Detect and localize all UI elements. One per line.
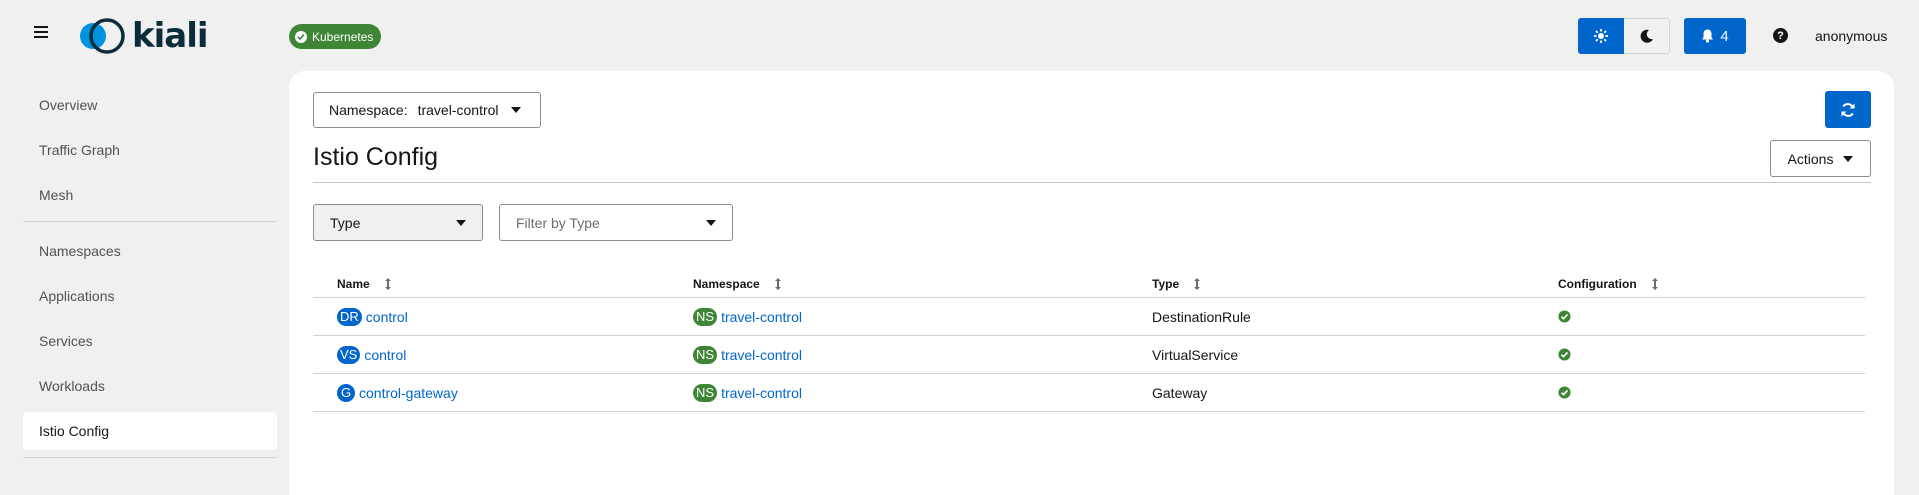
notifications-count: 4 [1720,27,1729,45]
filter-type-label: Type [330,214,361,231]
filter-value-placeholder: Filter by Type [516,214,600,231]
column-header-label: Type [1152,277,1180,291]
sidebar-item-workloads[interactable]: Workloads [23,367,277,405]
help-icon[interactable]: ? [1773,28,1788,43]
sidebar-divider [23,457,277,458]
namespace-link[interactable]: travel-control [721,347,802,363]
sort-icon[interactable] [1651,278,1659,290]
resource-type: DestinationRule [1152,308,1251,325]
caret-down-icon [1843,155,1854,162]
title-divider [313,182,1871,183]
caret-down-icon [510,107,521,113]
sidebar-nav: Overview Traffic Graph Mesh Namespaces A… [23,86,277,468]
namespace-badge: NS [693,345,718,364]
column-header-type[interactable]: Type [1152,277,1558,291]
column-header-name[interactable]: Name [313,277,693,291]
column-header-label: Configuration [1558,277,1637,291]
resource-type: VirtualService [1152,346,1239,363]
moon-icon [1640,29,1653,43]
table-row: G control-gateway NS travel-control Gate… [313,374,1865,412]
resource-name-link[interactable]: control [364,347,406,363]
light-theme-button[interactable] [1578,18,1624,54]
resource-name-link[interactable]: control-gateway [359,385,458,401]
actions-dropdown[interactable]: Actions [1770,140,1871,177]
sidebar-item-traffic-graph[interactable]: Traffic Graph [23,131,277,169]
bell-icon [1702,29,1714,43]
actions-label: Actions [1787,150,1834,167]
column-header-label: Namespace [693,277,760,291]
sort-icon[interactable] [774,278,782,290]
sidebar-item-applications[interactable]: Applications [23,277,277,315]
refresh-button[interactable] [1825,91,1871,128]
resource-type-badge: DR [337,307,362,326]
namespace-badge: NS [693,383,718,402]
kiali-logo-icon [80,18,125,54]
table-row: VS control NS travel-control VirtualServ… [313,336,1865,374]
sync-icon [1841,102,1855,117]
check-circle-icon[interactable] [1558,310,1571,323]
user-menu[interactable]: anonymous [1815,28,1887,44]
hamburger-menu-icon[interactable] [34,26,48,38]
page-title: Istio Config [313,143,439,171]
cluster-badge-label: Kubernetes [312,29,374,44]
sidebar-divider [23,221,277,222]
namespace-link[interactable]: travel-control [721,385,802,401]
namespace-selector[interactable]: Namespace: travel-control [313,92,541,128]
theme-toggle [1578,18,1670,54]
dark-theme-button[interactable] [1624,18,1670,54]
resource-type: Gateway [1152,384,1208,401]
filter-type-select[interactable]: Type [313,204,483,241]
sidebar-item-istio-config[interactable]: Istio Config [23,412,277,450]
sort-icon[interactable] [384,278,392,290]
resource-type-badge: G [337,383,355,402]
sidebar-item-overview[interactable]: Overview [23,86,277,124]
column-header-configuration[interactable]: Configuration [1558,277,1865,291]
logo-text: kiali [132,16,209,56]
caret-down-icon [456,219,466,226]
sidebar-item-services[interactable]: Services [23,322,277,360]
main-panel: Namespace: travel-control Istio Config A… [289,71,1894,495]
table-row: DR control NS travel-control Destination… [313,298,1865,336]
column-header-namespace[interactable]: Namespace [693,277,1152,291]
kiali-logo[interactable]: kiali [76,16,209,56]
sun-icon [1594,29,1608,43]
notifications-button[interactable]: 4 [1684,18,1746,54]
caret-down-icon [706,219,716,226]
sidebar-item-mesh[interactable]: Mesh [23,176,277,214]
check-circle-icon[interactable] [1558,348,1571,361]
namespace-selector-value: travel-control [417,102,499,118]
resource-type-badge: VS [337,345,361,364]
table-header: Name Namespace Type Configuration [313,271,1865,298]
check-circle-icon[interactable] [1558,386,1571,399]
sidebar-item-namespaces[interactable]: Namespaces [23,232,277,270]
namespace-link[interactable]: travel-control [721,309,802,325]
sort-icon[interactable] [1193,278,1201,290]
filter-value-select[interactable]: Filter by Type [499,204,733,241]
check-icon [295,30,307,43]
istio-config-table: Name Namespace Type Configuration DR con… [313,271,1865,412]
namespace-selector-label: Namespace: [329,102,408,118]
resource-name-link[interactable]: control [366,309,408,325]
namespace-badge: NS [693,307,718,326]
column-header-label: Name [337,277,370,291]
cluster-badge: Kubernetes [289,24,382,49]
